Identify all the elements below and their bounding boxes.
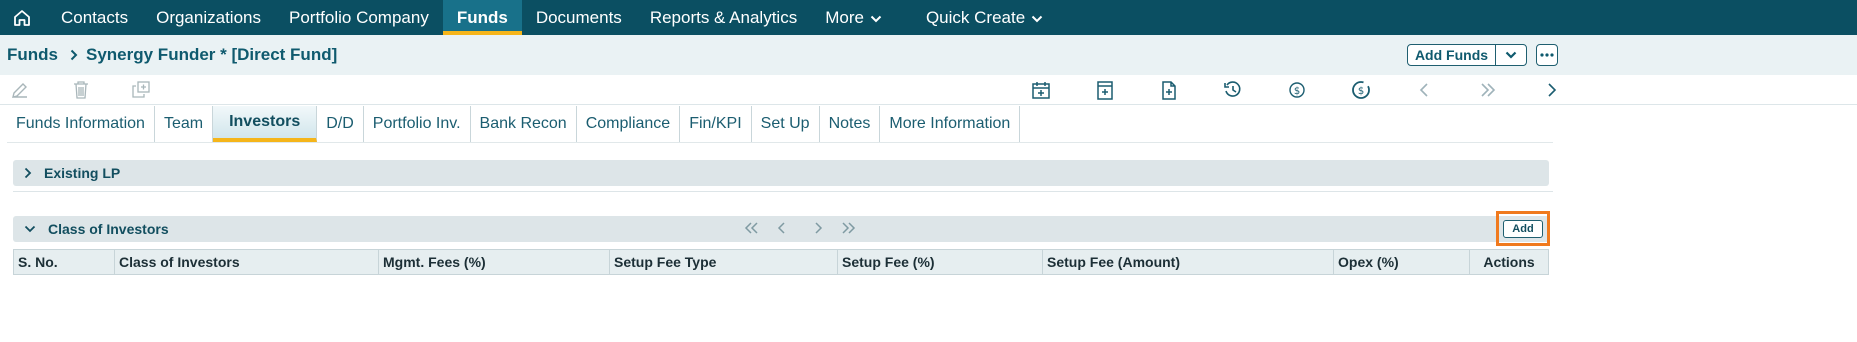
tab-investors[interactable]: Investors xyxy=(213,106,318,142)
tab-dd[interactable]: D/D xyxy=(317,106,364,142)
class-of-investors-title: Class of Investors xyxy=(48,221,169,237)
chevron-down-icon xyxy=(24,225,36,233)
ledger-add-icon[interactable] xyxy=(1094,79,1116,101)
column-header[interactable]: S. No. xyxy=(14,250,115,274)
svg-text:$: $ xyxy=(1294,86,1300,97)
column-header[interactable]: Setup Fee (%) xyxy=(838,250,1043,274)
panel-divider xyxy=(13,191,1553,192)
column-header[interactable]: Mgmt. Fees (%) xyxy=(379,250,610,274)
nav-more-label: More xyxy=(825,7,864,27)
pagination xyxy=(743,221,857,235)
chevron-down-icon[interactable] xyxy=(1496,45,1526,65)
class-of-investors-header[interactable]: Class of Investors xyxy=(13,216,1549,242)
record-toolbar: $ $ xyxy=(0,75,1857,105)
column-header[interactable]: Class of Investors xyxy=(115,250,379,274)
delete-icon[interactable] xyxy=(70,79,92,101)
tab-portfolio-inv[interactable]: Portfolio Inv. xyxy=(364,106,471,142)
last-record-icon[interactable] xyxy=(1477,79,1499,101)
nav-reports-analytics[interactable]: Reports & Analytics xyxy=(636,0,811,35)
tab-set-up[interactable]: Set Up xyxy=(752,106,820,142)
class-of-investors-table-header: S. No. Class of Investors Mgmt. Fees (%)… xyxy=(13,249,1549,275)
nav-portfolio-company[interactable]: Portfolio Company xyxy=(275,0,443,35)
column-header[interactable]: Actions xyxy=(1470,250,1548,274)
tab-bank-recon[interactable]: Bank Recon xyxy=(471,106,577,142)
nav-organizations[interactable]: Organizations xyxy=(142,0,275,35)
nav-documents[interactable]: Documents xyxy=(522,0,636,35)
tab-team[interactable]: Team xyxy=(155,106,214,142)
tabs-divider xyxy=(7,142,1553,143)
page-title: Synergy Funder * [Direct Fund] xyxy=(86,45,338,64)
edit-icon[interactable] xyxy=(9,79,31,101)
tab-more-information[interactable]: More Information xyxy=(880,106,1021,142)
breadcrumb-root[interactable]: Funds xyxy=(7,45,58,65)
existing-lp-title: Existing LP xyxy=(44,165,121,181)
add-funds-button[interactable]: Add Funds xyxy=(1408,45,1496,65)
existing-lp-header[interactable]: Existing LP xyxy=(13,160,1549,186)
chevron-down-icon xyxy=(870,8,882,28)
column-header[interactable]: Setup Fee (Amount) xyxy=(1043,250,1334,274)
add-class-button[interactable]: Add xyxy=(1503,220,1543,238)
document-add-icon[interactable] xyxy=(1158,79,1180,101)
currency-icon[interactable]: $ xyxy=(1286,79,1308,101)
chevron-right-icon xyxy=(24,167,32,179)
column-header[interactable]: Opex (%) xyxy=(1334,250,1470,274)
calendar-add-icon[interactable] xyxy=(1030,79,1052,101)
currency-refresh-icon[interactable]: $ xyxy=(1350,79,1372,101)
add-funds-split-button: Add Funds xyxy=(1407,44,1527,66)
copy-icon[interactable] xyxy=(130,79,152,101)
column-header[interactable]: Setup Fee Type xyxy=(610,250,838,274)
chevron-down-icon xyxy=(1031,8,1043,28)
tab-funds-information[interactable]: Funds Information xyxy=(7,106,155,142)
nav-quick-create-label: Quick Create xyxy=(925,7,1026,27)
previous-record-icon[interactable] xyxy=(1413,79,1435,101)
history-icon[interactable] xyxy=(1222,79,1244,101)
title-bar: Funds Synergy Funder * [Direct Fund] Add… xyxy=(0,35,1857,75)
next-page-icon[interactable] xyxy=(813,221,823,235)
top-navigation: Contacts Organizations Portfolio Company… xyxy=(0,0,1857,35)
svg-text:$: $ xyxy=(1358,86,1364,97)
last-page-icon[interactable] xyxy=(841,221,857,235)
nav-funds[interactable]: Funds xyxy=(442,0,522,35)
record-tabs: Funds Information Team Investors D/D Por… xyxy=(7,106,1021,142)
next-record-icon[interactable] xyxy=(1541,79,1563,101)
more-options-icon[interactable] xyxy=(1536,44,1558,66)
tab-fin-kpi[interactable]: Fin/KPI xyxy=(680,106,752,142)
nav-contacts[interactable]: Contacts xyxy=(44,0,142,35)
home-icon[interactable] xyxy=(0,0,44,35)
nav-quick-create[interactable]: Quick Create xyxy=(912,0,1057,35)
previous-page-icon[interactable] xyxy=(777,221,787,235)
tab-compliance[interactable]: Compliance xyxy=(577,106,681,142)
chevron-right-icon xyxy=(70,49,78,61)
tab-notes[interactable]: Notes xyxy=(820,106,881,142)
first-page-icon[interactable] xyxy=(743,221,759,235)
nav-more[interactable]: More xyxy=(811,0,896,35)
